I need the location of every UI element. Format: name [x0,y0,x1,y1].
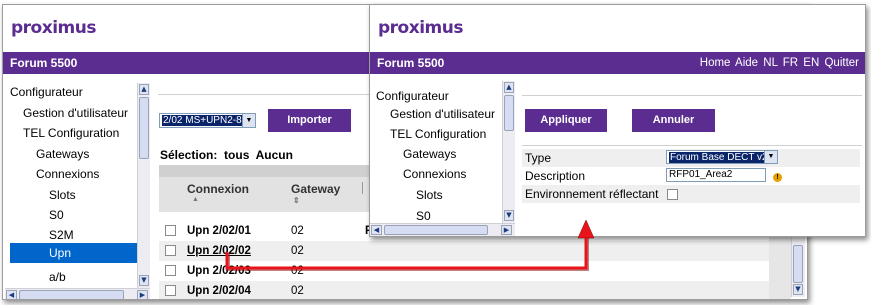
connexion-cell: Upn 2/02/03 [187,265,251,277]
nav-link-fr[interactable]: FR [783,57,798,69]
table-row[interactable]: Upn 2/02/02 02 [159,241,771,261]
type-select[interactable]: Forum Base DECT v2 ▼ [666,150,778,164]
column-header-connexion[interactable]: Connexion ▲ [187,182,249,203]
chevron-down-icon: ▼ [764,151,777,163]
front-window: proximus Forum 5500 Home Aide NL FR EN Q… [369,4,866,237]
sort-asc-icon[interactable]: ▲ [192,196,199,203]
nav-link-quitter[interactable]: Quitter [824,57,859,69]
gateway-cell: 02 [291,225,304,237]
scroll-left-icon[interactable]: ◀ [371,225,382,235]
file-select[interactable]: 2/02 MS+UPN2-8 ▼ [159,113,256,128]
scroll-left-icon[interactable]: ◀ [6,290,17,299]
scroll-thumb[interactable] [793,245,803,283]
table-row[interactable]: Upn 2/02/04 02 [159,281,771,299]
app-title: Forum 5500 [377,56,445,70]
nav-item-s0[interactable]: S0 [49,208,64,222]
type-label: Type [525,151,552,165]
nav-item-tel-configuration[interactable]: TEL Configuration [390,127,486,141]
column-header-gateway[interactable]: Gateway ⇕ [291,182,340,205]
nav-link-en[interactable]: EN [803,57,819,69]
description-input[interactable]: RFP01_Area2 [666,168,766,182]
row-checkbox[interactable] [165,225,176,236]
reflective-label: Environnement réflectant [525,187,659,201]
scroll-thumb[interactable] [384,225,488,235]
nav-tree: Configurateur Gestion d'utilisateur TEL … [370,75,502,223]
nav-link-home[interactable]: Home [700,57,731,69]
scroll-down-icon[interactable]: ▼ [793,284,803,295]
scroll-down-icon[interactable]: ▼ [139,275,149,286]
nav-vertical-scrollbar[interactable]: ▲ ▼ [137,83,150,288]
nav-item-ab[interactable]: a/b [49,270,66,284]
nav-tree: Configurateur Gestion d'utilisateur TEL … [3,75,137,289]
select-all-link[interactable]: tous [224,148,249,162]
nav-item-s0[interactable]: S0 [416,209,431,223]
nav-item-gateways[interactable]: Gateways [403,147,456,161]
connexion-cell: Upn 2/02/04 [187,285,251,297]
nav-item-connexions[interactable]: Connexions [403,167,466,181]
nav-item-tel-configuration[interactable]: TEL Configuration [23,126,119,140]
nav-item-s2m[interactable]: S2M [49,228,74,242]
table-row[interactable]: Upn 2/02/03 02 [159,261,771,281]
top-nav: Home Aide NL FR EN Quitter [700,52,859,74]
nav-item-gestion-utilisateur[interactable]: Gestion d'utilisateur [390,107,495,121]
row-checkbox[interactable] [165,245,176,256]
divider [158,94,372,95]
nav-item-slots[interactable]: Slots [416,188,443,202]
scroll-thumb[interactable] [504,95,514,131]
nav-horizontal-scrollbar[interactable]: ◀ ▶ [370,223,515,236]
gateway-cell: 02 [291,285,304,297]
scroll-right-icon[interactable]: ▶ [501,225,512,235]
proximus-logo: proximus [378,18,463,38]
selection-label: Sélection: [160,148,218,162]
divider [522,145,862,146]
scroll-up-icon[interactable]: ▲ [504,82,514,93]
description-label: Description [525,169,586,183]
nav-item-connexions[interactable]: Connexions [36,167,99,181]
nav-item-configurateur[interactable]: Configurateur [376,89,449,103]
type-row: Type Forum Base DECT v2 ▼ [522,149,860,167]
reflective-checkbox[interactable] [667,189,678,200]
scroll-right-icon[interactable]: ▶ [137,290,148,299]
description-row: Description RFP01_Area2 ! [522,167,860,185]
scroll-thumb[interactable] [139,97,149,159]
import-button[interactable]: Importer [268,109,351,132]
warning-icon: ! [773,173,782,182]
selection-bar: Sélection: tous Aucun [160,148,293,162]
gateway-cell: 02 [291,245,304,257]
app-title: Forum 5500 [10,56,78,70]
connexion-cell[interactable]: Upn 2/02/02 [187,245,251,257]
nav-item-gateways[interactable]: Gateways [36,147,89,161]
sort-icon[interactable]: ⇕ [293,196,300,205]
nav-link-aide[interactable]: Aide [735,57,758,69]
chevron-down-icon: ▼ [242,114,255,127]
nav-item-gestion-utilisateur[interactable]: Gestion d'utilisateur [23,106,128,120]
title-bar: Forum 5500 Home Aide NL FR EN Quitter [370,52,865,74]
row-checkbox[interactable] [165,265,176,276]
apply-button[interactable]: Appliquer [525,109,607,132]
reflective-row: Environnement réflectant [522,185,860,203]
row-checkbox[interactable] [165,285,176,296]
scroll-down-icon[interactable]: ▼ [504,210,514,221]
nav-item-slots[interactable]: Slots [49,188,76,202]
proximus-logo: proximus [11,18,96,38]
nav-vertical-scrollbar[interactable]: ▲ ▼ [502,81,515,223]
scroll-up-icon[interactable]: ▲ [139,84,149,95]
connexion-cell: Upn 2/02/01 [187,225,251,237]
nav-item-configurateur[interactable]: Configurateur [10,85,83,99]
nav-link-nl[interactable]: NL [763,57,777,69]
column-divider [362,182,363,194]
nav-item-upn[interactable]: Upn [10,243,137,263]
divider [522,95,862,96]
nav-horizontal-scrollbar[interactable]: ◀ ▶ [5,288,150,299]
scroll-thumb[interactable] [19,290,124,299]
gateway-cell: 02 [291,265,304,277]
select-none-link[interactable]: Aucun [256,148,293,162]
cancel-button[interactable]: Annuler [632,109,715,132]
